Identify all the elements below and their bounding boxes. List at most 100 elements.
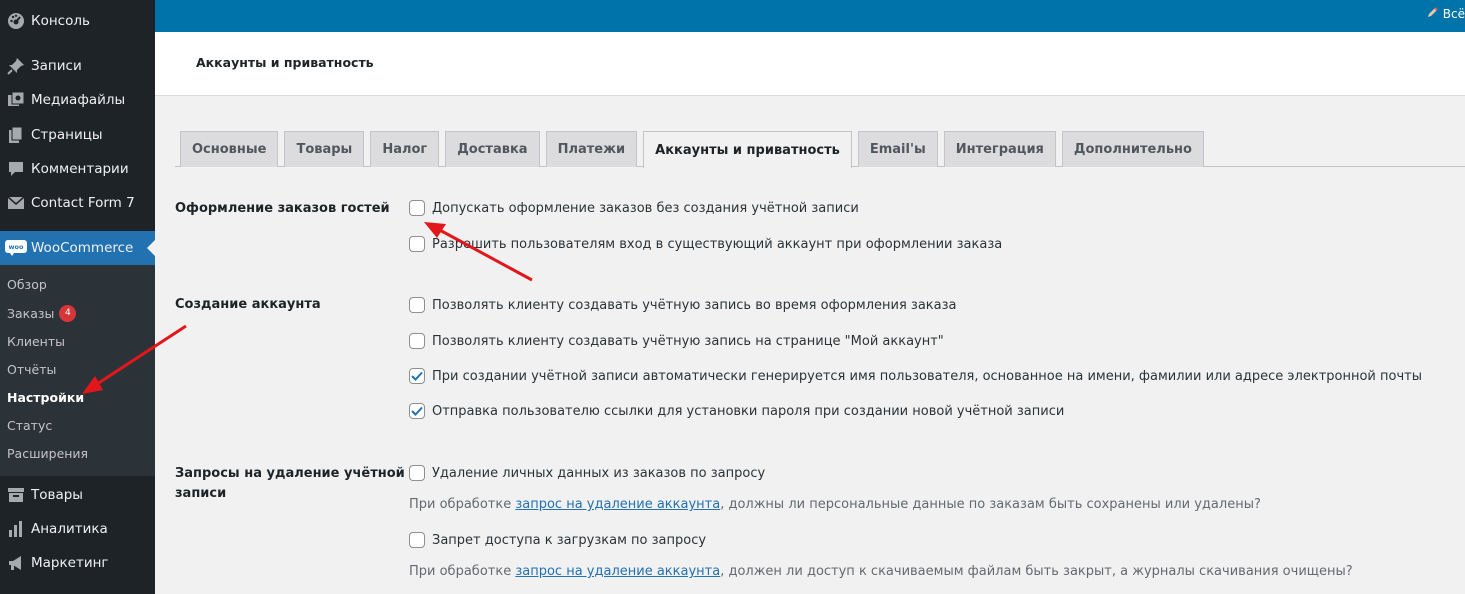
submenu-item-status[interactable]: Статус [7,418,52,433]
guest-checkout-option[interactable]: Допускать оформление заказов без создани… [409,200,859,216]
menu-item-products[interactable]: Товары [0,478,155,512]
generate-username-option[interactable]: При создании учётной записи автоматическ… [409,368,1422,384]
account-creation-label: Создание аккаунта [175,297,321,312]
submenu-label: Настройки [7,390,85,405]
submenu-item-overview[interactable]: Обзор [7,277,47,292]
submenu-label: Клиенты [7,334,66,349]
submenu-label: Обзор [7,277,47,292]
menu-item-woocommerce[interactable]: woo WooCommerce [0,231,155,265]
tab-emails[interactable]: Email'ы [857,131,938,167]
menu-label: Товары [31,487,83,503]
woo-icon: woo [4,238,28,258]
menu-label: Contact Form 7 [31,195,135,211]
send-password-link-option[interactable]: Отправка пользователю ссылки для установ… [409,403,1064,419]
pin-icon [4,56,28,76]
option-label: Запрет доступа к загрузкам по запросу [432,532,707,548]
archive-icon [4,485,28,505]
desc-text: При обработке [409,564,516,579]
erase-order-data-option[interactable]: Удаление личных данных из заказов по зап… [409,465,765,481]
menu-item-pages[interactable]: Страницы [0,118,155,152]
send-password-link-checkbox[interactable] [409,403,425,419]
chart-icon [4,519,28,539]
desc-text: , должен ли доступ к скачиваемым файлам … [720,564,1353,579]
signup-my-account-checkbox[interactable] [409,333,425,349]
admin-topbar: Всё [155,0,1465,32]
submenu-label: Статус [7,418,53,433]
option-label: Удаление личных данных из заказов по зап… [432,465,766,481]
page-title: Аккаунты и приватность [196,55,374,70]
woocommerce-submenu: Обзор Заказы 4 Клиенты Отчёты Настройки С… [0,265,155,476]
media-icon [4,90,28,110]
submenu-item-orders[interactable]: Заказы 4 [7,305,77,322]
topbar-notice[interactable]: Всё [1427,6,1465,21]
erasure-requests-label: Запросы на удаление учётной записи [175,464,405,504]
erase-order-data-description: При обработке запрос на удаление аккаунт… [409,497,1261,512]
menu-item-analytics[interactable]: Аналитика [0,512,155,546]
desc-text: При обработке [409,497,516,512]
dashboard-icon [4,11,28,31]
menu-item-comments[interactable]: Комментарии [0,152,155,186]
tab-integration[interactable]: Интеграция [943,131,1056,167]
woo-icon-text: woo [9,243,24,251]
signup-at-checkout-option[interactable]: Позволять клиенту создавать учётную запи… [409,297,957,313]
option-label: Позволять клиенту создавать учётную запи… [432,297,957,313]
page-header: Аккаунты и приватность [155,32,1465,96]
login-at-checkout-option[interactable]: Разрешить пользователям вход в существую… [409,236,1002,252]
tab-accounts-privacy[interactable]: Аккаунты и приватность [643,131,852,168]
comment-icon [4,159,28,179]
guest-checkout-checkbox[interactable] [409,200,425,216]
menu-label: Страницы [31,127,103,143]
erasure-request-link[interactable]: запрос на удаление аккаунта [515,564,720,579]
settings-tabs: Основные Товары Налог Доставка Платежи А… [180,131,1210,168]
submenu-label: Расширения [7,446,89,461]
orders-count-badge: 4 [59,305,77,322]
menu-label: Консоль [31,13,90,29]
option-label: Разрешить пользователям вход в существую… [432,236,1003,252]
erasure-label-line2: записи [175,486,227,501]
tab-general[interactable]: Основные [180,131,279,167]
signup-at-checkout-checkbox[interactable] [409,297,425,313]
submenu-item-customers[interactable]: Клиенты [7,334,65,349]
desc-text: , должны ли персональные данные по заказ… [720,497,1261,512]
revoke-downloads-checkbox[interactable] [409,532,425,548]
option-label: Позволять клиенту создавать учётную запи… [432,333,944,349]
revoke-downloads-option[interactable]: Запрет доступа к загрузкам по запросу [409,532,706,548]
admin-sidebar: Консоль Записи Медиафайлы Страницы Комме… [0,0,155,594]
mail-icon [4,193,28,213]
submenu-label: Отчёты [7,362,57,377]
erasure-label-line1: Запросы на удаление учётной [175,466,405,481]
menu-label: Медиафайлы [31,92,126,108]
topbar-right-label: Всё [1442,6,1465,21]
menu-item-contact-form[interactable]: Contact Form 7 [0,186,155,220]
tab-products[interactable]: Товары [284,131,365,167]
megaphone-icon [4,553,28,573]
login-at-checkout-checkbox[interactable] [409,236,425,252]
revoke-downloads-description: При обработке запрос на удаление аккаунт… [409,564,1353,579]
submenu-item-reports[interactable]: Отчёты [7,362,56,377]
menu-item-posts[interactable]: Записи [0,49,155,83]
submenu-item-settings[interactable]: Настройки [7,390,84,405]
option-label: Допускать оформление заказов без создани… [432,200,859,216]
menu-label: Маркетинг [31,555,109,571]
pages-icon [4,125,28,145]
erase-order-data-checkbox[interactable] [409,465,425,481]
menu-item-marketing[interactable]: Маркетинг [0,546,155,580]
generate-username-checkbox[interactable] [409,368,425,384]
guest-checkout-label: Оформление заказов гостей [175,201,390,216]
erasure-request-link[interactable]: запрос на удаление аккаунта [515,497,720,512]
option-label: Отправка пользователю ссылки для установ… [432,403,1065,419]
option-label: При создании учётной записи автоматическ… [432,368,1422,384]
submenu-item-extensions[interactable]: Расширения [7,446,88,461]
tab-tax[interactable]: Налог [370,131,440,167]
tab-shipping[interactable]: Доставка [445,131,540,167]
signup-my-account-option[interactable]: Позволять клиенту создавать учётную запи… [409,333,944,349]
tab-advanced[interactable]: Дополнительно [1061,131,1204,167]
menu-item-dashboard[interactable]: Консоль [0,4,155,38]
menu-label: Аналитика [31,521,108,537]
pencil-icon [1427,6,1439,21]
menu-label: Записи [31,58,82,74]
tab-payments[interactable]: Платежи [545,131,638,167]
menu-item-media[interactable]: Медиафайлы [0,83,155,117]
submenu-label: Заказы [7,306,55,321]
menu-label: WooCommerce [31,240,134,256]
